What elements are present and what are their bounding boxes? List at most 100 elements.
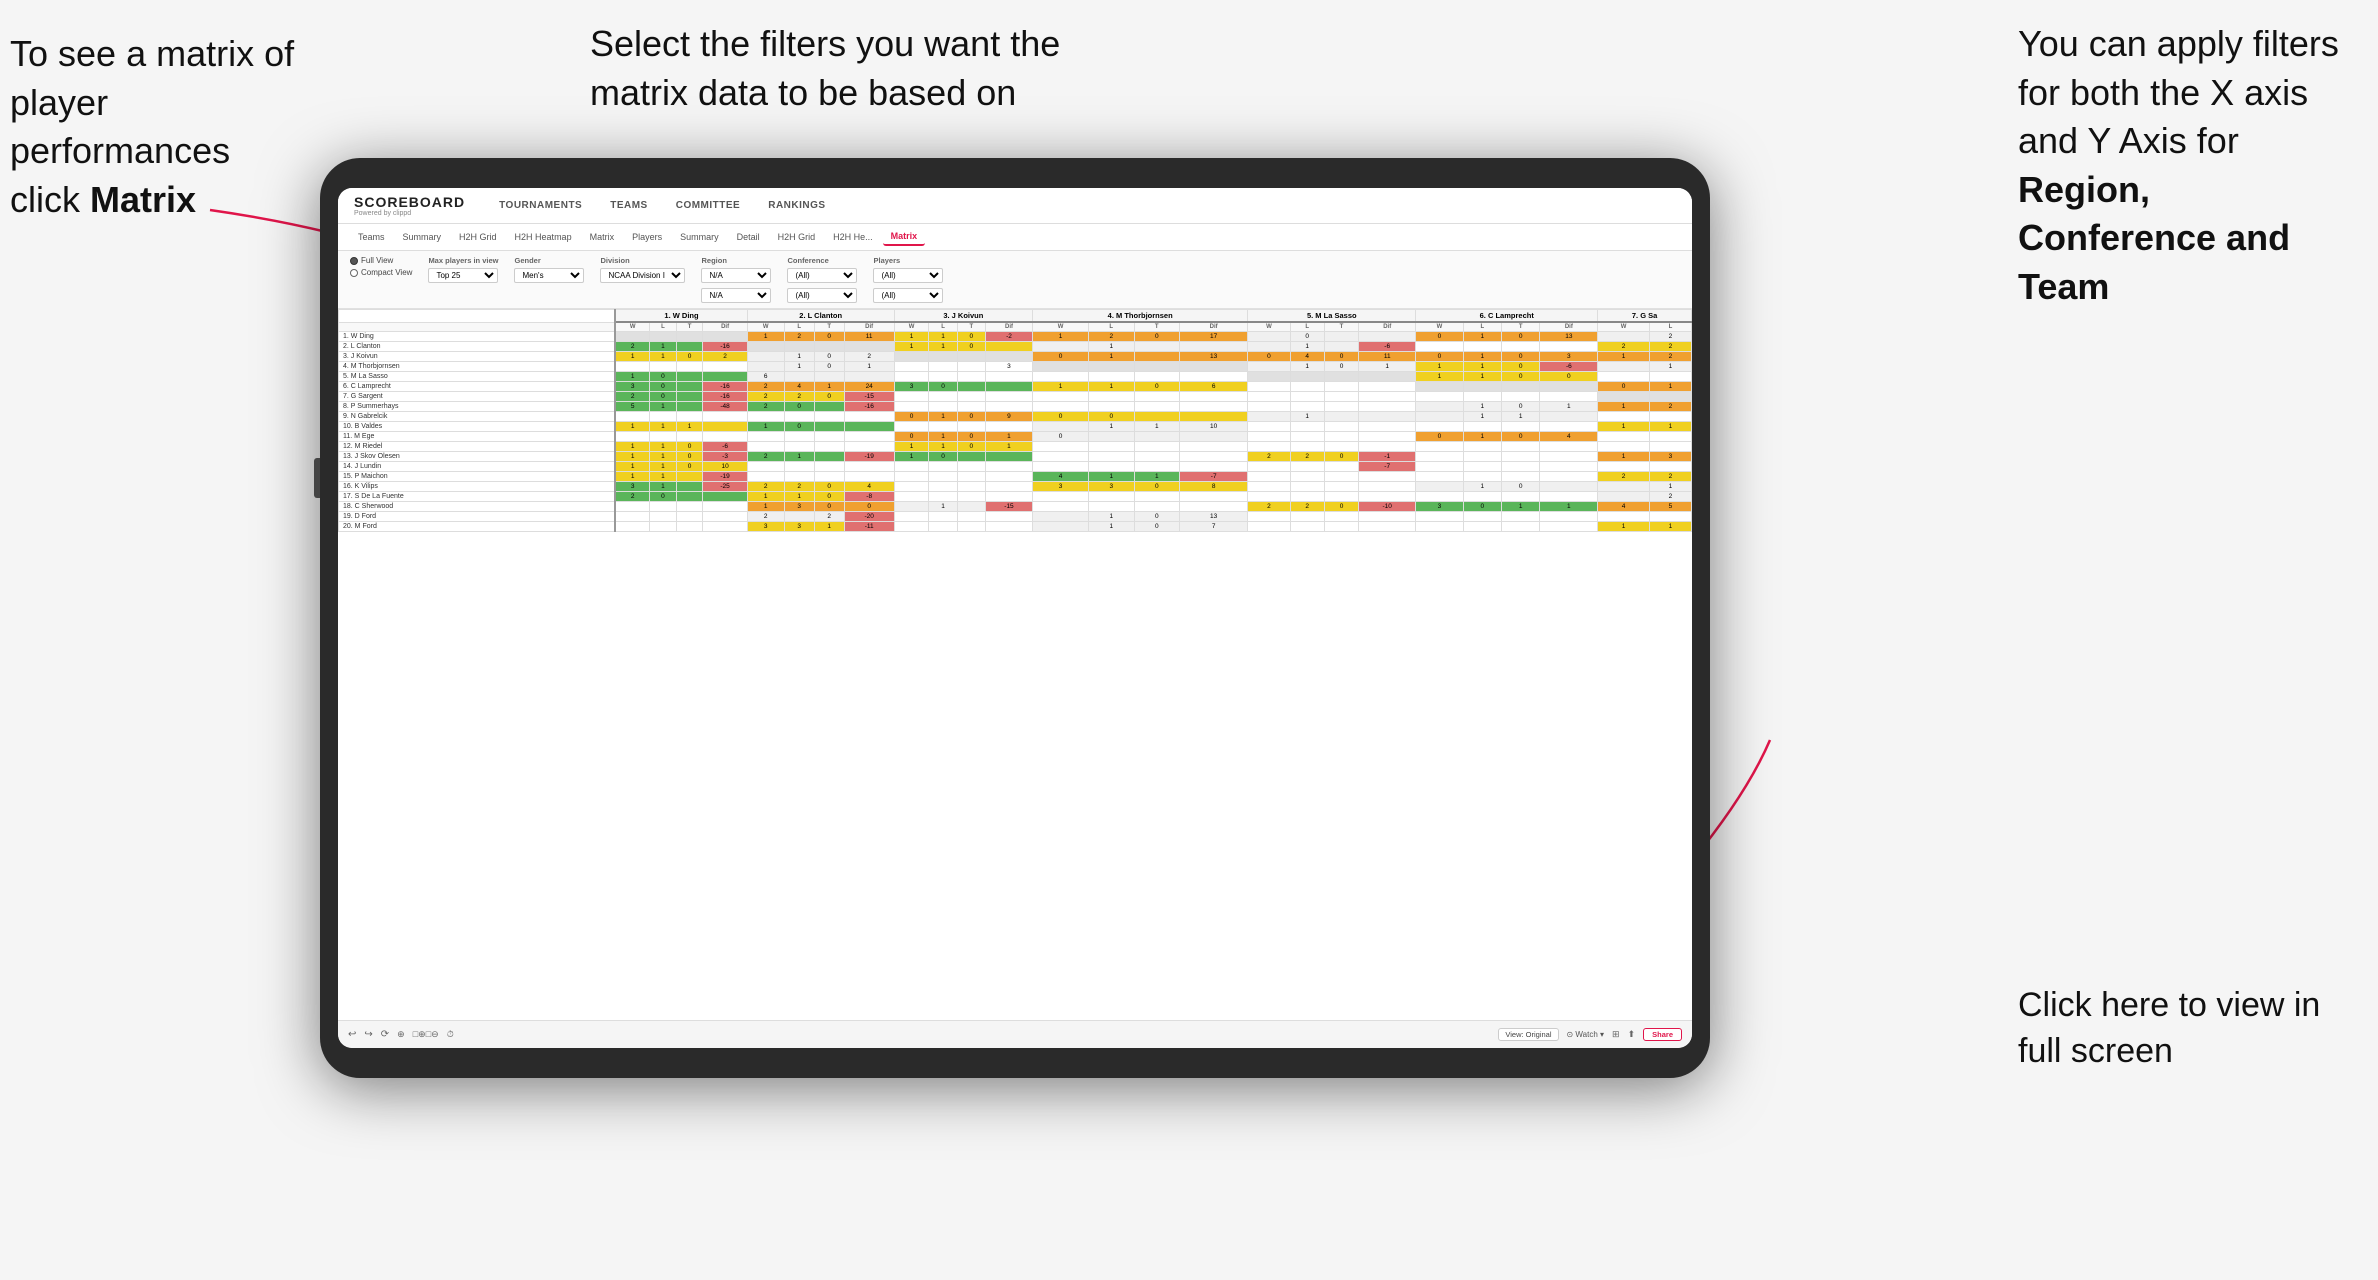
cell-11-0-l: 1 <box>650 442 677 452</box>
conference-select2[interactable]: (All) <box>787 288 857 303</box>
subnav-players[interactable]: Players <box>624 229 670 245</box>
view-original-button[interactable]: View: Original <box>1498 1028 1558 1041</box>
cell-9-6-w: 1 <box>1598 422 1650 432</box>
nav-rankings[interactable]: RANKINGS <box>766 196 827 215</box>
division-select[interactable]: NCAA Division I <box>600 268 685 283</box>
cell-11-2-dif: 1 <box>985 442 1032 452</box>
cell-18-3-t: 0 <box>1134 512 1180 522</box>
cell-18-2-w <box>894 512 929 522</box>
cell-6-0-l: 0 <box>650 392 677 402</box>
cell-11-0-t: 0 <box>676 442 703 452</box>
toolbar-reset[interactable]: ⟳ <box>381 1029 389 1040</box>
cell-15-5-l: 1 <box>1463 482 1501 492</box>
cell-13-5-dif <box>1540 462 1598 472</box>
cell-9-5-t <box>1502 422 1540 432</box>
cell-0-5-t: 0 <box>1502 332 1540 342</box>
cell-10-2-t: 0 <box>957 432 985 442</box>
subnav-summary2[interactable]: Summary <box>672 229 727 245</box>
cell-5-2-w: 3 <box>894 382 929 392</box>
cell-18-4-l <box>1290 512 1324 522</box>
max-players-select[interactable]: Top 25 <box>428 268 498 283</box>
cell-6-5-l <box>1463 392 1501 402</box>
cell-10-2-w: 0 <box>894 432 929 442</box>
cell-18-4-t <box>1324 512 1358 522</box>
toolbar-share-icon[interactable]: ⬆ <box>1628 1029 1636 1040</box>
cell-16-6-w <box>1598 492 1650 502</box>
row-header-17: 18. C Sherwood <box>339 502 616 512</box>
col-header-1: 1. W Ding <box>615 310 747 323</box>
cell-15-2-t <box>957 482 985 492</box>
conference-select1[interactable]: (All) <box>787 268 857 283</box>
cell-0-2-w: 1 <box>894 332 929 342</box>
cell-13-2-l <box>929 462 957 472</box>
compact-view-radio[interactable] <box>350 269 358 277</box>
cell-12-4-dif: -1 <box>1359 452 1416 462</box>
subnav-matrix[interactable]: Matrix <box>582 229 623 245</box>
full-view-radio[interactable] <box>350 257 358 265</box>
toolbar-settings[interactable]: ⏱ <box>447 1029 454 1040</box>
cell-13-3-l <box>1089 462 1135 472</box>
cell-17-1-t: 0 <box>814 502 844 512</box>
subnav-summary[interactable]: Summary <box>395 229 450 245</box>
toolbar-zoom-controls[interactable]: □⊕□⊖ <box>413 1029 439 1040</box>
cell-17-1-w: 1 <box>747 502 784 512</box>
nav-teams[interactable]: TEAMS <box>608 196 650 215</box>
cell-18-0-t <box>676 512 703 522</box>
cell-17-1-dif: 0 <box>844 502 894 512</box>
cell-15-5-t: 0 <box>1502 482 1540 492</box>
cell-6-3-dif <box>1180 392 1248 402</box>
cell-8-4-l: 1 <box>1290 412 1324 422</box>
cell-8-3-dif <box>1180 412 1248 422</box>
cell-4-3-w <box>1033 372 1089 382</box>
subnav-h2h-grid[interactable]: H2H Grid <box>451 229 505 245</box>
cell-7-0-w: 5 <box>615 402 649 412</box>
nav-tournaments[interactable]: TOURNAMENTS <box>497 196 584 215</box>
cell-8-4-dif <box>1359 412 1416 422</box>
subnav-detail[interactable]: Detail <box>729 229 768 245</box>
toolbar-screen-icon[interactable]: ⊞ <box>1612 1029 1620 1040</box>
cell-18-5-l <box>1463 512 1501 522</box>
cell-11-0-w: 1 <box>615 442 649 452</box>
cell-18-1-t: 2 <box>814 512 844 522</box>
gender-select[interactable]: Men's <box>514 268 584 283</box>
cell-5-0-t <box>676 382 703 392</box>
full-view-option[interactable]: Full View <box>350 256 412 265</box>
row-header-11: 12. M Riedel <box>339 442 616 452</box>
subnav-h2h-grid2[interactable]: H2H Grid <box>770 229 824 245</box>
region-select[interactable]: N/A <box>701 268 771 283</box>
toolbar-redo[interactable]: ↪ <box>364 1029 372 1040</box>
col-header-6: 6. C Lamprecht <box>1416 310 1598 323</box>
toolbar-watch[interactable]: ⊙ Watch ▾ <box>1567 1030 1605 1039</box>
cell-14-0-w: 1 <box>615 472 649 482</box>
sub-nav: Teams Summary H2H Grid H2H Heatmap Matri… <box>338 224 1692 251</box>
matrix-container[interactable]: 1. W Ding 2. L Clanton 3. J Koivun 4. M … <box>338 309 1692 1009</box>
share-button[interactable]: Share <box>1643 1028 1682 1041</box>
cell-19-4-l <box>1290 522 1324 532</box>
players-select1[interactable]: (All) <box>873 268 943 283</box>
toolbar-undo[interactable]: ↩ <box>348 1029 356 1040</box>
sh-1-dif: Dif <box>703 322 747 332</box>
cell-13-5-w <box>1416 462 1463 472</box>
nav-committee[interactable]: COMMITTEE <box>674 196 743 215</box>
cell-18-3-w <box>1033 512 1089 522</box>
cell-6-1-w: 2 <box>747 392 784 402</box>
cell-6-0-w: 2 <box>615 392 649 402</box>
cell-3-4-t: 0 <box>1324 362 1358 372</box>
cell-10-0-dif <box>703 432 747 442</box>
subnav-h2hhe[interactable]: H2H He... <box>825 229 881 245</box>
players-select2[interactable]: (All) <box>873 288 943 303</box>
cell-17-4-l: 2 <box>1290 502 1324 512</box>
cell-0-6-l: 2 <box>1649 332 1691 342</box>
region-select2[interactable]: N/A <box>701 288 771 303</box>
cell-4-1-t <box>814 372 844 382</box>
row-header-6: 7. G Sargent <box>339 392 616 402</box>
subnav-h2h-heatmap[interactable]: H2H Heatmap <box>507 229 580 245</box>
cell-18-0-w <box>615 512 649 522</box>
cell-12-0-w: 1 <box>615 452 649 462</box>
cell-9-4-dif <box>1359 422 1416 432</box>
subnav-matrix-active[interactable]: Matrix <box>883 228 926 246</box>
subnav-teams[interactable]: Teams <box>350 229 393 245</box>
cell-2-5-w: 0 <box>1416 352 1463 362</box>
compact-view-option[interactable]: Compact View <box>350 268 412 277</box>
filter-gender: Gender Men's <box>514 256 584 283</box>
